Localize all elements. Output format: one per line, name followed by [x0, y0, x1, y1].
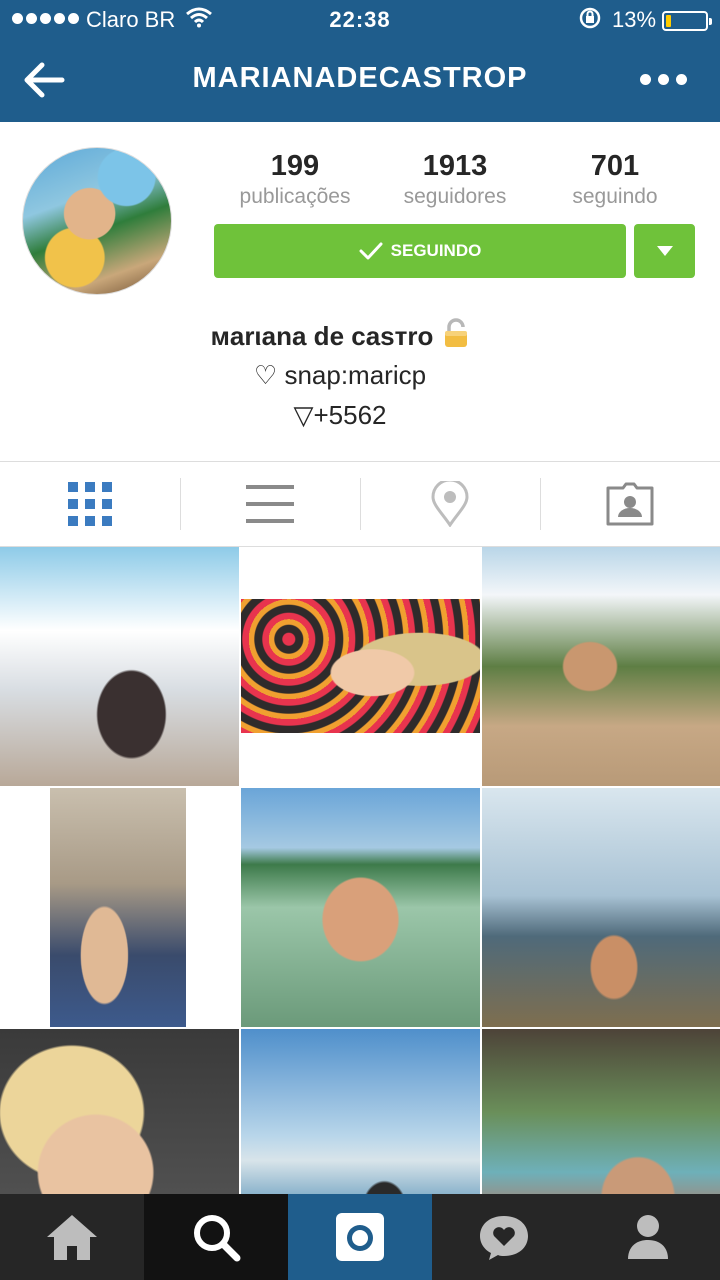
- bio-name: мarιana de caѕтro: [0, 318, 680, 355]
- stat-posts[interactable]: 199 publicações: [215, 150, 375, 209]
- battery-icon: [662, 11, 712, 31]
- nav-activity[interactable]: [432, 1194, 576, 1280]
- more-options-icon[interactable]: [640, 74, 687, 85]
- stat-value: 199: [270, 150, 320, 182]
- following-button[interactable]: SEGUINDO: [214, 224, 626, 278]
- tab-tagged[interactable]: [540, 462, 720, 546]
- photo-thumbnail[interactable]: [482, 547, 720, 786]
- bottom-nav: [0, 1194, 720, 1280]
- stat-value: 701: [590, 150, 640, 182]
- location-pin-icon: [431, 481, 469, 527]
- search-icon: [194, 1215, 241, 1262]
- page-title: MARIANADECASTROP: [192, 62, 528, 94]
- tab-map[interactable]: [360, 462, 540, 546]
- status-bar: Claro BR 22:38 13%: [0, 0, 720, 40]
- nav-camera[interactable]: [288, 1194, 432, 1280]
- photo-thumbnail[interactable]: [241, 788, 480, 1027]
- nav-home[interactable]: [0, 1194, 144, 1280]
- stat-label: seguidores: [403, 185, 507, 208]
- bio-name-text: мarιana de caѕтro: [210, 321, 434, 351]
- stat-following[interactable]: 701 seguindo: [535, 150, 695, 209]
- checkmark-icon: [359, 242, 383, 260]
- photo-thumbnail[interactable]: [0, 788, 239, 1027]
- suggestions-dropdown-button[interactable]: [634, 224, 695, 278]
- list-icon: [246, 485, 294, 523]
- photo-grid: [0, 547, 720, 1268]
- following-button-label: SEGUINDO: [390, 241, 482, 260]
- rotation-lock-icon: [578, 6, 602, 36]
- photo-thumbnail[interactable]: [482, 788, 720, 1027]
- home-icon: [47, 1215, 97, 1260]
- stat-value: 1913: [422, 150, 488, 182]
- nav-search[interactable]: [144, 1194, 288, 1280]
- stat-followers[interactable]: 1913 seguidores: [375, 150, 535, 209]
- caret-down-icon: [656, 246, 673, 256]
- tagged-photos-icon: [606, 482, 654, 526]
- bio-line: ▽+5562: [293, 400, 387, 430]
- stat-label: publicações: [239, 185, 351, 208]
- stat-label: seguindo: [572, 185, 658, 208]
- top-bar: Claro BR 22:38 13% MARIANADECASTROP: [0, 0, 720, 122]
- padlock-icon: [443, 318, 469, 355]
- tab-grid[interactable]: [0, 462, 180, 546]
- battery-percent: 13%: [612, 7, 657, 32]
- tab-list[interactable]: [180, 462, 360, 546]
- camera-icon: [336, 1213, 384, 1261]
- photo-thumbnail[interactable]: [241, 547, 480, 786]
- grid-icon: [68, 482, 112, 526]
- photo-thumbnail[interactable]: [0, 547, 239, 786]
- nav-profile[interactable]: [576, 1194, 720, 1280]
- avatar[interactable]: [22, 147, 172, 295]
- profile-view-tabs: [0, 462, 720, 546]
- profile-icon: [628, 1215, 668, 1259]
- bio-line: ♡ snap:maricp: [253, 360, 427, 390]
- activity-heart-icon: [480, 1216, 528, 1260]
- profile-stats: 199 publicações 1913 seguidores 701 segu…: [215, 150, 695, 209]
